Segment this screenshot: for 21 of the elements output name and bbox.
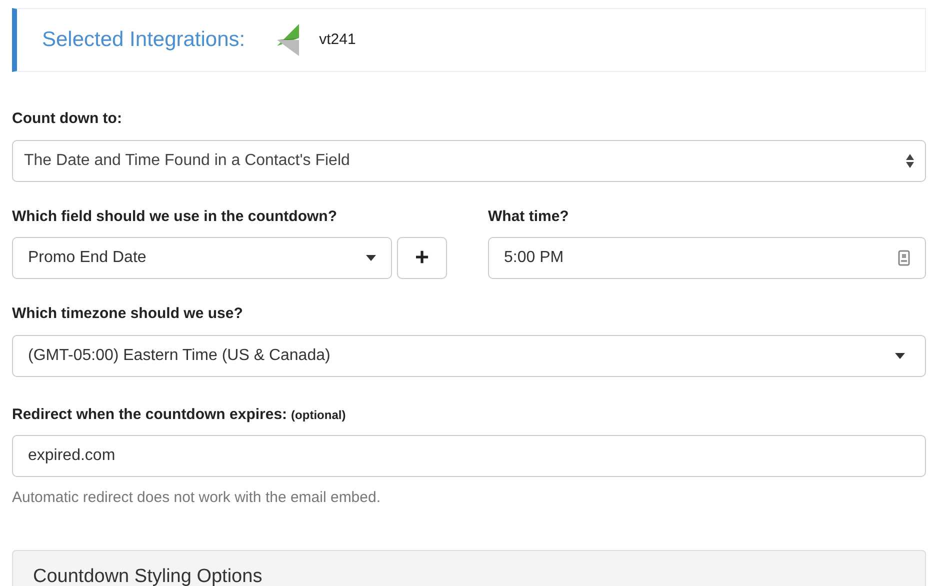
integration-name: vt241 (319, 30, 356, 50)
redirect-url-field[interactable]: expired.com (12, 435, 926, 477)
updown-arrows-icon (906, 154, 914, 168)
timezone-select[interactable]: (GMT-05:00) Eastern Time (US & Canada) (12, 334, 926, 376)
panel-title: Countdown Styling Options (33, 564, 262, 586)
integration-logo-icon (277, 24, 302, 56)
add-button[interactable]: + (397, 237, 447, 279)
field-label: Redirect when the countdown expires: (12, 404, 288, 424)
styling-options-panel[interactable]: Countdown Styling Options (12, 550, 926, 586)
countdown-select[interactable]: The Date and Time Found in a Contact's Field (12, 140, 926, 182)
field-label: Which field should we use in the countdown? (12, 206, 338, 226)
field-label: Which timezone should we use? (12, 304, 244, 324)
caret-icon (895, 352, 905, 358)
help-text: Automatic redirect does not work with the email embed. (12, 488, 382, 508)
time-field[interactable]: 5:00 PM (488, 237, 926, 279)
integrations-label: Selected Integrations: (42, 27, 246, 54)
optional-note: (optional) (291, 406, 346, 424)
field-label: Count down to: (12, 109, 123, 129)
field-select[interactable]: Promo End Date (12, 237, 392, 279)
field-label: What time? (488, 206, 570, 226)
caret-icon (366, 255, 376, 261)
